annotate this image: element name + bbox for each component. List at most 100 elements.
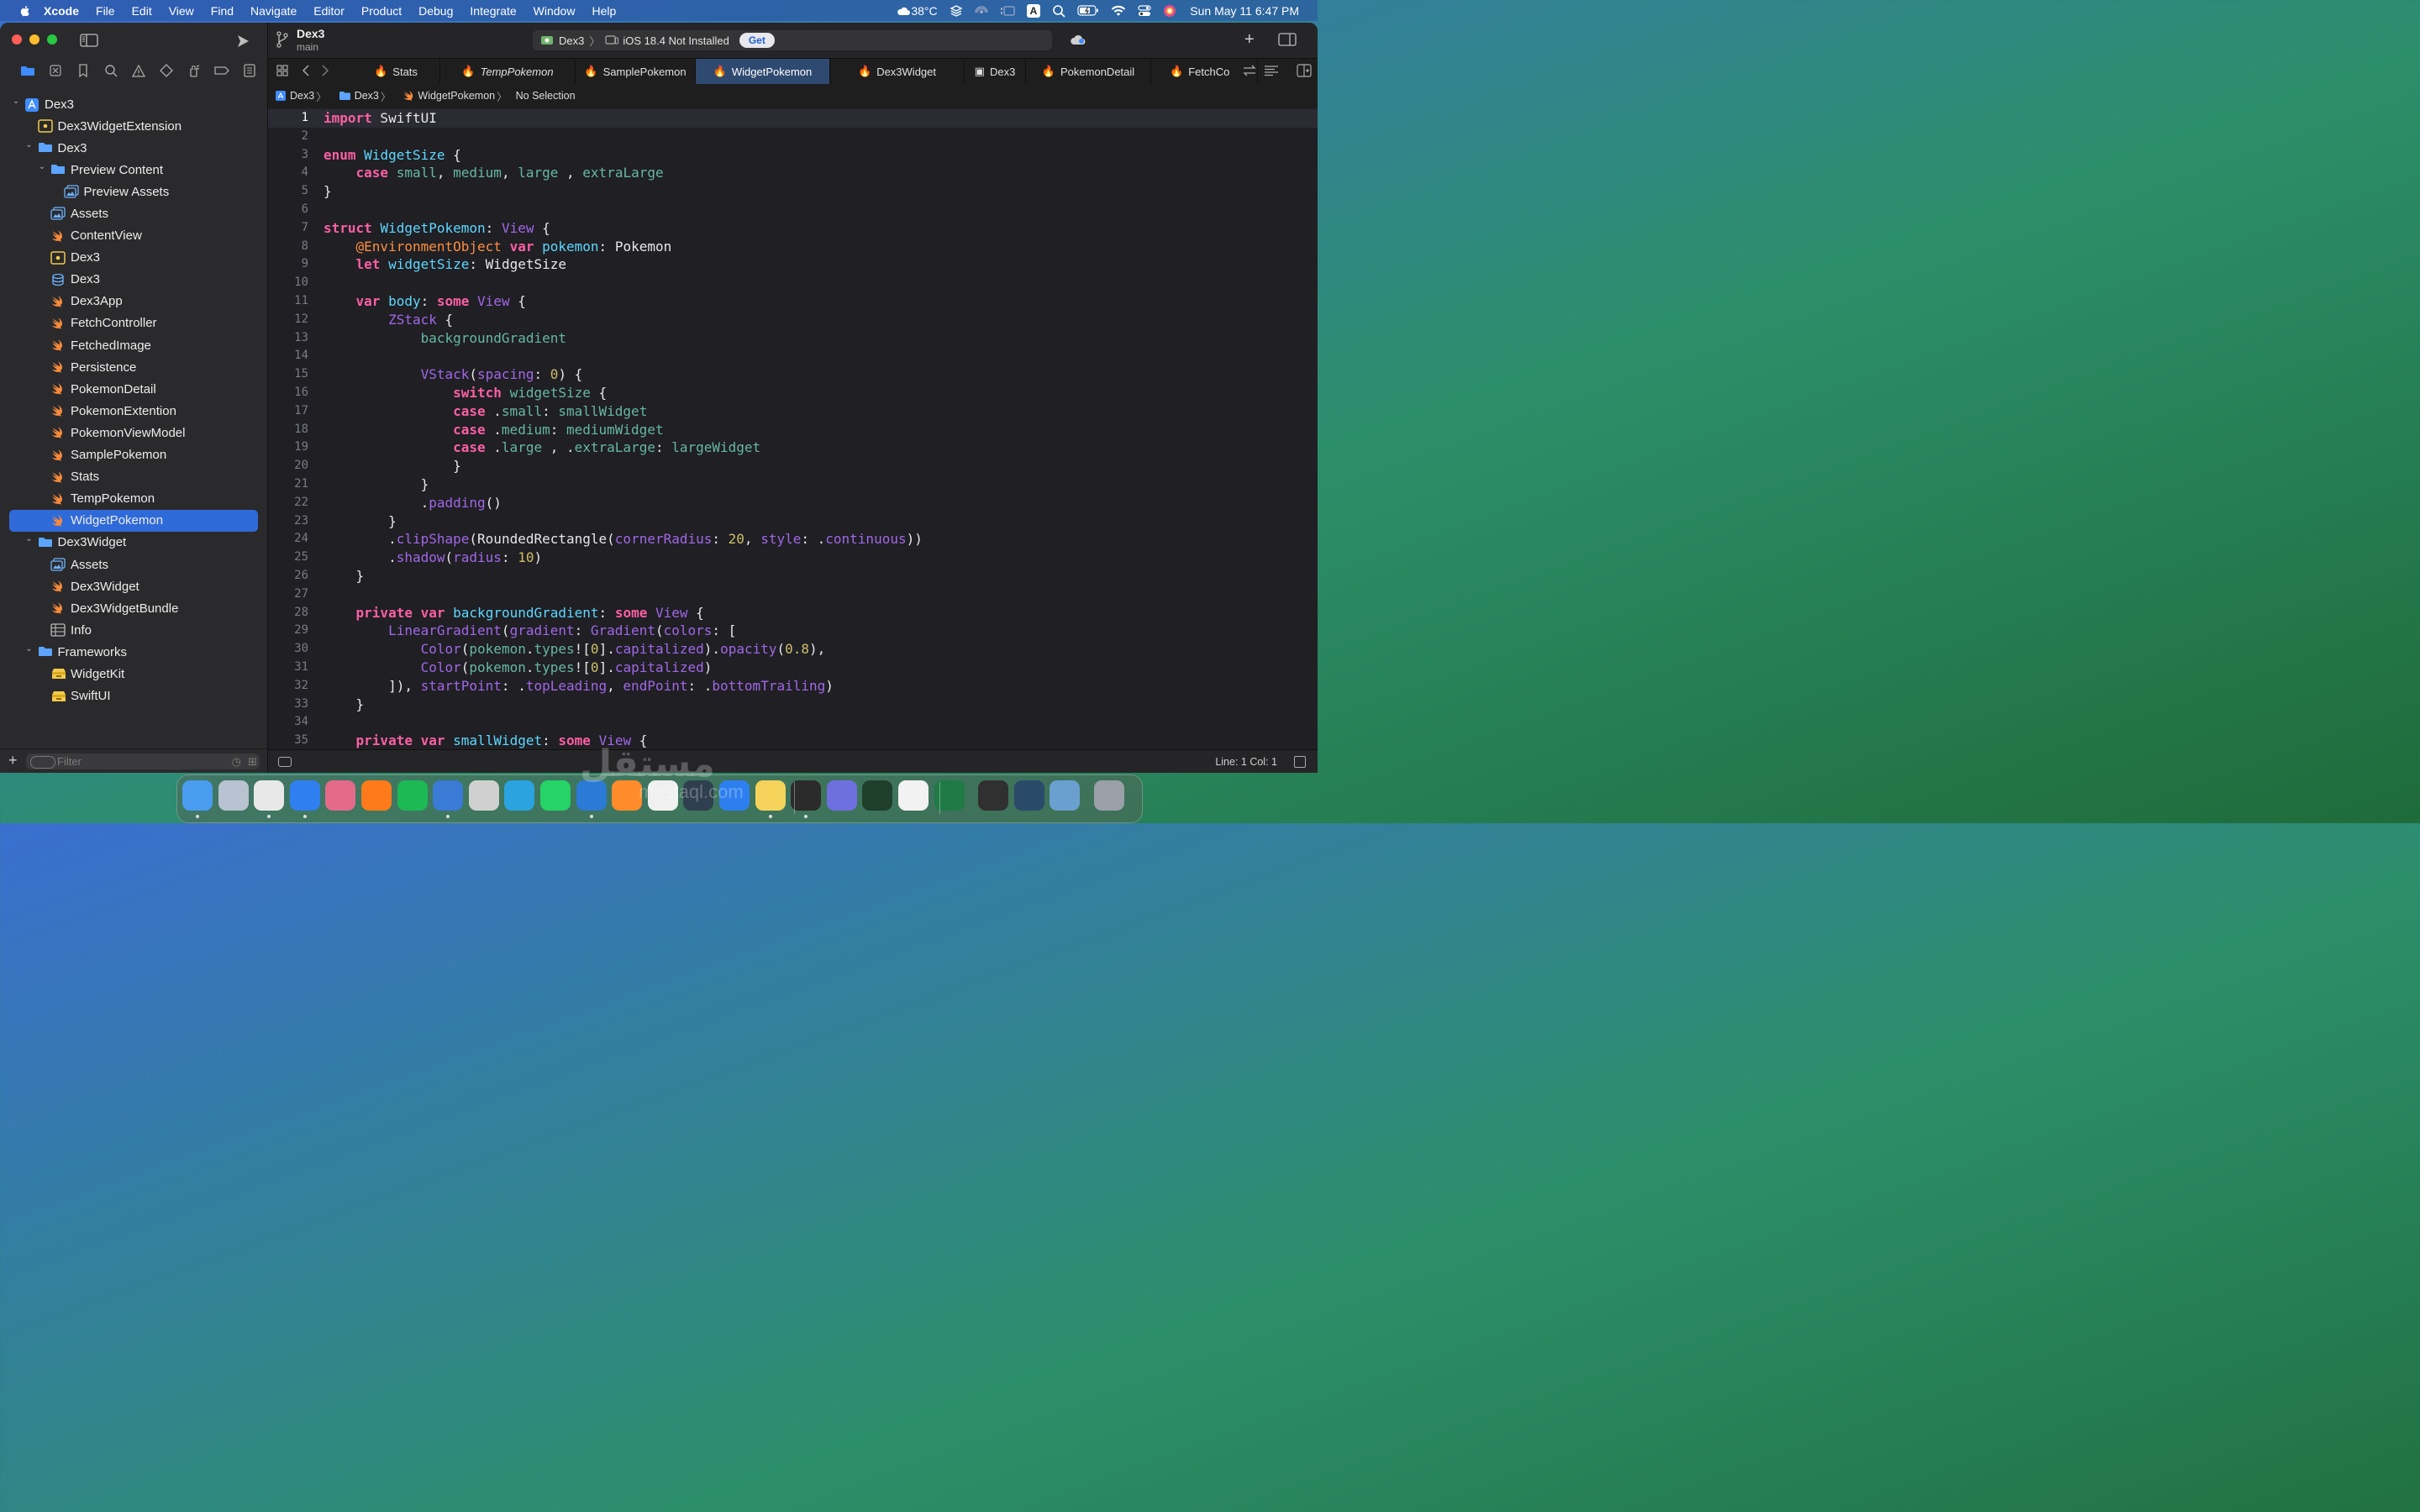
navigator-item[interactable]: Dex3	[0, 247, 267, 269]
code-line[interactable]: 1 import SwiftUI	[268, 109, 1318, 128]
tab-dex3widget[interactable]: 🔥 Dex3Widget	[830, 59, 965, 84]
navigator-item[interactable]: SwiftUI	[0, 685, 267, 707]
navigator-item[interactable]: Preview Assets	[0, 181, 267, 202]
swap-icon[interactable]	[1242, 64, 1257, 77]
code-line[interactable]: 27	[268, 585, 1318, 604]
recent-files-icon[interactable]: ◷	[232, 755, 241, 769]
disclosure-chevron-icon[interactable]: ⌄	[25, 534, 34, 543]
code-line[interactable]: 31 Color(pokemon.types![0].capitalized)	[268, 659, 1318, 677]
navigator-tab-issues[interactable]	[124, 63, 152, 78]
add-file-button[interactable]: +	[8, 752, 18, 769]
code-line[interactable]: 20 }	[268, 457, 1318, 475]
navigator-item[interactable]: Dex3WidgetBundle	[0, 597, 267, 619]
dock-app-icon[interactable]	[862, 780, 893, 811]
code-line[interactable]: 13 backgroundGradient	[268, 329, 1318, 348]
source-control-filter-icon[interactable]: ⊞	[248, 755, 257, 769]
menu-app-name[interactable]: Xcode	[44, 4, 79, 18]
wifi-status[interactable]	[1111, 5, 1126, 17]
dock-app-icon[interactable]	[898, 780, 929, 811]
code-line[interactable]: 33 }	[268, 696, 1318, 714]
disclosure-chevron-icon[interactable]: ⌄	[12, 97, 20, 106]
dock-app-icon[interactable]	[934, 780, 965, 811]
layers-status[interactable]	[950, 4, 963, 18]
input-source-status[interactable]: A	[1026, 3, 1041, 18]
disclosure-chevron-icon[interactable]: ⌄	[25, 644, 34, 654]
navigator-tab-bookmarks[interactable]	[69, 63, 97, 78]
filter-options-icon[interactable]	[30, 756, 55, 769]
jumpbar-file[interactable]: WidgetPokemon 〉	[396, 88, 508, 104]
navigator-item[interactable]: WidgetKit	[0, 663, 267, 685]
menu-product[interactable]: Product	[361, 4, 402, 18]
code-line[interactable]: 30 Color(pokemon.types![0].capitalized).…	[268, 640, 1318, 659]
tab-stats[interactable]: 🔥 Stats	[352, 59, 440, 84]
menu-navigate[interactable]: Navigate	[250, 4, 297, 18]
menu-file[interactable]: File	[96, 4, 115, 18]
code-line[interactable]: 11 var body: some View {	[268, 292, 1318, 311]
code-line[interactable]: 32 ]), startPoint: .topLeading, endPoint…	[268, 677, 1318, 696]
navigator-item[interactable]: Assets	[0, 554, 267, 575]
navigator-item[interactable]: ⌄ Dex3Widget	[0, 532, 267, 554]
scheme-name[interactable]: Dex3	[559, 34, 584, 47]
navigator-item[interactable]: Dex3	[0, 269, 267, 291]
jumpbar-group[interactable]: Dex3 〉	[332, 88, 393, 104]
battery-status[interactable]	[1077, 5, 1099, 16]
code-line[interactable]: 23 }	[268, 512, 1318, 531]
navigator-item[interactable]: FetchController	[0, 312, 267, 334]
xcode-cloud-icon[interactable]	[1070, 34, 1086, 45]
split-editor-icon[interactable]	[1297, 64, 1312, 77]
navigator-item[interactable]: Stats	[0, 466, 267, 488]
navigator-item[interactable]: ⌄ Preview Content	[0, 159, 267, 181]
code-line[interactable]: 19 case .large , .extraLarge: largeWidge…	[268, 438, 1318, 457]
back-icon[interactable]	[302, 64, 310, 77]
control-center-status[interactable]	[1138, 4, 1151, 17]
tab-temppokemon[interactable]: 🔥 TempPokemon	[440, 59, 576, 84]
jumpbar-symbol[interactable]: No Selection	[516, 90, 576, 102]
navigator-tab-reports[interactable]	[235, 63, 263, 78]
navigator-tab-breakpoints[interactable]	[208, 63, 235, 78]
close-window-button[interactable]	[12, 34, 22, 45]
dock-app-icon[interactable]	[289, 780, 320, 811]
dock-app-icon[interactable]	[755, 780, 786, 811]
code-line[interactable]: 22 .padding()	[268, 494, 1318, 512]
apple-logo-icon[interactable]	[18, 4, 32, 18]
navigator-item[interactable]: ⌄ Dex3	[0, 137, 267, 159]
dock-app-icon[interactable]	[397, 780, 428, 811]
dock-app-icon[interactable]	[325, 780, 356, 811]
code-line[interactable]: 7 struct WidgetPokemon: View {	[268, 219, 1318, 238]
tab-widgetpokemon[interactable]: 🔥 WidgetPokemon	[696, 59, 830, 84]
menu-window[interactable]: Window	[534, 4, 576, 18]
code-line[interactable]: 15 VStack(spacing: 0) {	[268, 365, 1318, 384]
navigator-item[interactable]: Assets	[0, 202, 267, 224]
navigator-tab-debug[interactable]	[180, 63, 208, 78]
zoom-window-button[interactable]	[47, 34, 57, 45]
dock-app-icon[interactable]	[791, 780, 822, 811]
navigator-tab-find[interactable]	[97, 63, 124, 78]
siri-status[interactable]	[1163, 4, 1176, 18]
code-line[interactable]: 35 private var smallWidget: some View {	[268, 732, 1318, 749]
code-line[interactable]: 25 .shadow(radius: 10)	[268, 549, 1318, 567]
tab-dex3[interactable]: ▣ Dex3	[965, 59, 1026, 84]
airdrop-status[interactable]	[974, 4, 988, 18]
navigator-item[interactable]: ⌄ Dex3	[0, 93, 267, 115]
destination-name[interactable]: iOS 18.4 Not Installed	[623, 34, 729, 47]
menu-view[interactable]: View	[169, 4, 194, 18]
inspector-toggle-icon[interactable]	[1278, 33, 1297, 46]
code-line[interactable]: 10	[268, 274, 1318, 292]
dock-app-icon[interactable]	[182, 780, 213, 811]
navigator-item[interactable]: Info	[0, 619, 267, 641]
run-icon[interactable]	[235, 34, 250, 49]
code-line[interactable]: 26 }	[268, 567, 1318, 585]
navigator-item[interactable]: Dex3Widget	[0, 575, 267, 597]
dock-app-icon[interactable]	[1013, 780, 1044, 811]
navigator-item[interactable]: WidgetPokemon	[9, 509, 258, 532]
jumpbar-project[interactable]: Dex3 〉	[268, 88, 329, 104]
project-title[interactable]: Dex3	[297, 27, 324, 40]
navigator-item[interactable]: PokemonViewModel	[0, 422, 267, 444]
code-line[interactable]: 14	[268, 347, 1318, 365]
branch-name[interactable]: main	[297, 41, 318, 53]
navigator-item[interactable]: Dex3App	[0, 291, 267, 312]
dock-app-icon[interactable]	[540, 780, 571, 811]
code-line[interactable]: 21 }	[268, 475, 1318, 494]
navigator-item[interactable]: ⌄ Frameworks	[0, 641, 267, 663]
navigator-item[interactable]: PokemonDetail	[0, 378, 267, 400]
